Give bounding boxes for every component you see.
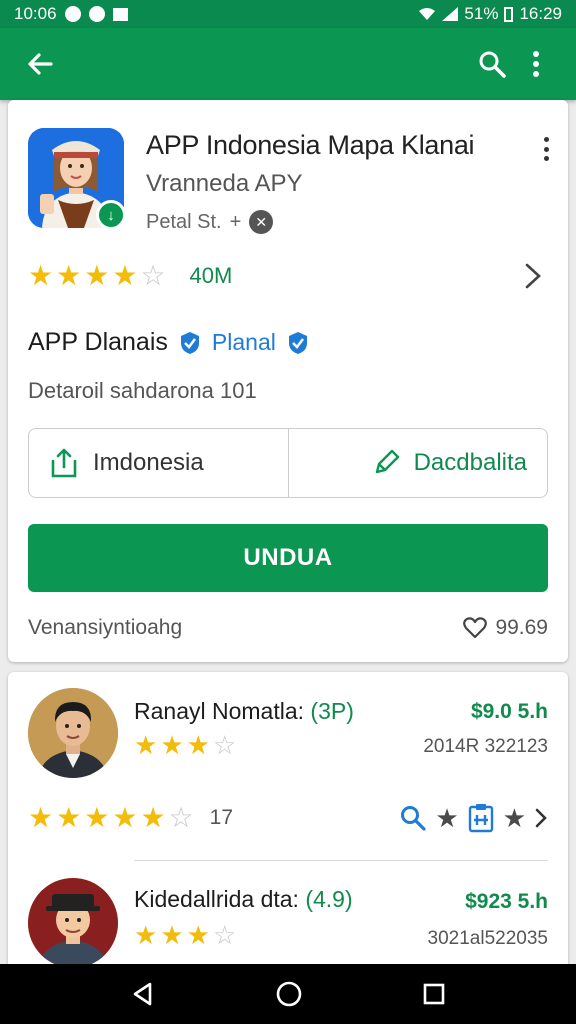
star-filled-icon: ★ [84, 802, 110, 833]
star-filled-icon: ★ [56, 260, 82, 291]
star-filled-icon: ★ [160, 730, 184, 760]
reviews-card: Ranayl Nomatla: (3P) $9.0 5.h ★ ★ ★ ☆ 2014R… [8, 672, 568, 972]
edit-button[interactable]: Dacdbalita [289, 429, 548, 497]
notification-icon-2 [88, 6, 105, 22]
publisher-plus-icon: + [229, 210, 242, 233]
share-label: Imdonesia [93, 449, 204, 476]
review-date: 2014R 322123 [423, 736, 548, 757]
review-rating-row: ★ ★ ★ ★ ★ ☆ 17 ★ ★ [28, 800, 548, 836]
battery-percent: 51% [464, 4, 499, 23]
star-filled-icon: ★ [112, 260, 138, 291]
reviewer-avatar [28, 688, 118, 778]
app-subtitle: Vranneda APY [146, 170, 303, 197]
app-bar [0, 28, 576, 100]
reviewer-count: (3P) [310, 698, 354, 724]
search-button[interactable] [470, 42, 514, 86]
edit-label: Dacdbalita [413, 449, 527, 476]
star-filled-icon: ★ [160, 920, 184, 950]
reviewer-name-text: Kidedallrida dta: [134, 886, 299, 912]
star-filled-icon: ★ [112, 802, 138, 833]
back-button[interactable] [18, 42, 62, 86]
star-empty-icon: ☆ [140, 260, 166, 291]
signal-icon [442, 7, 459, 21]
clipboard-icon[interactable] [467, 803, 495, 833]
star-icon[interactable]: ★ [435, 805, 458, 831]
home-circle-icon[interactable] [275, 980, 303, 1008]
app-rating-stars: ★ ★ ★ ★ ☆ [28, 262, 166, 290]
image-notification-icon [112, 7, 128, 21]
rating-row-stars: ★ ★ ★ ★ ★ ☆ [28, 804, 194, 832]
star-filled-icon: ★ [28, 802, 54, 833]
verified-badge-icon: ↓ [96, 200, 124, 228]
star-filled-icon: ★ [84, 260, 110, 291]
developer-row[interactable]: APP Dlanais Planal [28, 328, 310, 357]
review-price: $9.0 5.h [470, 700, 548, 723]
search-icon[interactable] [399, 804, 427, 832]
more-vert-icon [533, 51, 539, 77]
notification-icon [64, 6, 81, 22]
star-filled-icon: ★ [134, 920, 158, 950]
app-icon[interactable]: ↓ [28, 128, 124, 228]
likes[interactable]: 99.69 [463, 616, 548, 640]
review-price: $923 5.h [465, 890, 548, 913]
review-date: 3021al522035 [427, 928, 548, 949]
battery-icon [504, 6, 514, 22]
heart-icon [463, 617, 488, 639]
wifi-icon [419, 8, 436, 20]
arrow-left-icon [28, 53, 53, 75]
review-stars: ★ ★ ★ ☆ [134, 922, 236, 948]
system-nav-bar [0, 964, 576, 1024]
star-filled-icon: ★ [186, 730, 210, 760]
footer-text: Venansiyntioahg [28, 616, 183, 639]
verified-check-icon [180, 331, 199, 354]
share-icon [51, 448, 77, 478]
reviewer-count: (4.9) [305, 886, 353, 912]
likes-count: 99.69 [495, 616, 548, 639]
more-vert-icon [543, 137, 549, 142]
review-stars: ★ ★ ★ ☆ [134, 732, 236, 758]
pencil-icon [375, 449, 399, 474]
split-action-group: Imdonesia Dacdbalita [28, 428, 548, 498]
chevron-right-icon [518, 261, 548, 291]
rating-count: 40M [189, 263, 233, 288]
status-time-right: 16:29 [519, 4, 562, 23]
app-title: APP Indonesia Mapa Klanai [146, 130, 475, 160]
reviewer-avatar [28, 878, 118, 968]
search-icon [479, 51, 506, 78]
reviewer-name: Ranayl Nomatla: (3P) [134, 698, 354, 725]
status-bar: 10:06 51% 16:29 [0, 0, 576, 28]
rating-row-count: 17 [209, 806, 234, 829]
reviewer-name: Kidedallrida dta: (4.9) [134, 886, 353, 913]
star-filled-icon: ★ [28, 260, 54, 291]
publisher-badge-icon: ✕ [249, 210, 274, 234]
app-details-card: ↓ APP Indonesia Mapa Klanai Vranneda APY… [8, 100, 568, 662]
chevron-right-icon[interactable] [534, 807, 548, 829]
app-rating-row[interactable]: ★ ★ ★ ★ ☆ 40M [28, 256, 548, 296]
star-filled-icon: ★ [140, 802, 166, 833]
star-empty-icon: ☆ [212, 920, 237, 950]
star-icon-2[interactable]: ★ [503, 805, 526, 831]
install-button[interactable]: UNDUA [28, 524, 548, 592]
developer-tag: Planal [211, 329, 276, 355]
app-overflow-menu-button[interactable] [534, 134, 558, 164]
reviewer-name-text: Ranayl Nomatla: [134, 698, 305, 724]
star-filled-icon: ★ [134, 730, 158, 760]
developer-name: APP Dlanais [28, 328, 168, 356]
star-empty-icon: ☆ [212, 730, 237, 760]
status-time-left: 10:06 [14, 4, 57, 23]
publisher: Petal St. + ✕ [146, 210, 274, 234]
recents-square-icon[interactable] [422, 982, 446, 1006]
back-triangle-icon[interactable] [130, 981, 156, 1007]
developer-detail: Detaroil sahdarona 101 [28, 378, 257, 403]
share-button[interactable]: Imdonesia [29, 429, 289, 497]
app-footer-row: Venansiyntioahg 99.69 [28, 616, 548, 640]
divider [134, 860, 548, 861]
star-filled-icon: ★ [56, 802, 82, 833]
star-filled-icon: ★ [186, 920, 210, 950]
publisher-name: Petal St. [146, 210, 222, 233]
verified-badge-icon [288, 331, 307, 354]
star-empty-icon: ☆ [168, 802, 194, 833]
more-button[interactable] [514, 42, 558, 86]
